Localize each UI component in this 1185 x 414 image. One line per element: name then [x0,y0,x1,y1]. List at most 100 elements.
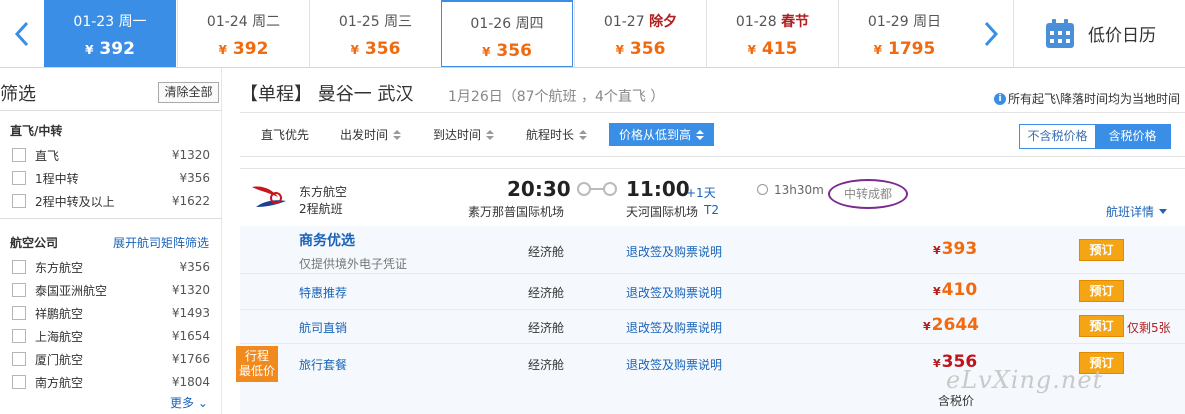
filter-option-airline[interactable]: 南方航空 ¥1804 [12,372,210,392]
book-button[interactable]: 预订 [1079,280,1124,302]
china-eastern-logo-icon [252,186,286,207]
weekday-label: 周二 [252,14,281,30]
date-label: 01-26 [470,16,512,32]
filter-option-airline[interactable]: 上海航空 ¥1654 [12,326,210,346]
cabin-class: 经济舱 [528,321,565,335]
fare-price: ¥410 [933,280,977,300]
book-button[interactable]: 预订 [1079,239,1124,261]
option-label: 泰国亚洲航空 [35,283,108,298]
badge-line: 最低价 [238,364,275,378]
fare-row: 特惠推荐 经济舱 退改签及购票说明 ¥410 预订 [240,274,1185,310]
filter-option-airline[interactable]: 祥鹏航空 ¥1493 [12,303,210,323]
date-tab-0127[interactable]: 01-27 除夕 ¥356 [574,0,706,67]
route-title: 【单程】 曼谷一 武汉 [240,84,414,105]
sort-arrival-time[interactable]: 到达时间 [433,126,495,143]
option-label: 祥鹏航空 [35,306,84,321]
currency-symbol: ¥ [873,43,883,57]
option-price: ¥1622 [171,194,210,208]
info-icon: i [994,92,1006,105]
date-price: 356 [364,39,401,59]
sort-label: 直飞优先 [261,128,310,142]
details-label: 航班详情 [1106,205,1155,219]
currency-symbol: ¥ [933,244,941,257]
more-airlines-link[interactable]: 更多 ⌄ [170,394,208,411]
seats-remaining: 仅剩5张 [1127,321,1171,335]
tax-price-toggle: 不含税价格 含税价格 [1019,124,1171,149]
cabin-class: 经济舱 [528,245,565,259]
date-label: 01-23 [73,14,115,30]
checkbox[interactable] [12,171,26,185]
airline-matrix-link[interactable]: 展开航司矩阵筛选 [113,234,209,251]
currency-symbol: ¥ [933,285,941,298]
date-tab-0124[interactable]: 01-24 周二 ¥392 [177,0,309,67]
next-dates-button[interactable] [969,0,1013,67]
currency-symbol: ¥ [747,43,756,57]
prev-dates-button[interactable] [0,0,44,67]
more-label: 更多 [170,396,195,410]
calendar-label: 低价日历 [1088,26,1156,46]
flight-type: 2程航班 [299,202,343,216]
low-price-calendar-button[interactable]: 低价日历 [1013,0,1185,67]
fare-product-name[interactable]: 商务优选 [299,230,355,250]
option-price: ¥1320 [171,148,210,162]
fare-rules-link[interactable]: 退改签及购票说明 [626,284,722,301]
badge-line: 行程 [244,349,269,363]
route-summary: 1月26日（87个航班 ，4个直飞 ） [448,89,665,105]
lowest-price-badge: 行程 最低价 [236,346,278,382]
sort-duration[interactable]: 航程时长 [526,126,588,143]
sort-arrows-icon [486,129,495,140]
fare-note: 仅提供境外电子凭证 [299,257,408,271]
stops-filter-title: 直飞/中转 [10,124,63,138]
filter-option-one-stop[interactable]: 1程中转 ¥356 [12,168,210,188]
fare-product-name[interactable]: 旅行套餐 [299,356,347,373]
caret-down-icon [1159,209,1168,214]
clear-all-button[interactable]: 清除全部 [158,82,219,103]
checkbox[interactable] [12,260,26,274]
sort-nonstop-first[interactable]: 直飞优先 [261,126,309,143]
date-tab-0128[interactable]: 01-28 春节 ¥415 [706,0,838,67]
arrival-airport: 天河国际机场 [626,205,699,219]
checkbox[interactable] [12,375,26,389]
fare-row: 商务优选 仅提供境外电子凭证 经济舱 退改签及购票说明 ¥393 预订 [240,226,1185,274]
include-tax-option[interactable]: 含税价格 [1095,125,1170,148]
sort-arrows-icon [579,129,588,140]
filter-option-airline[interactable]: 东方航空 ¥356 [12,257,210,277]
fare-product-name[interactable]: 特惠推荐 [299,284,347,301]
exclude-tax-option[interactable]: 不含税价格 [1020,125,1095,148]
filter-panel: 筛选 清除全部 直飞/中转 直飞 ¥1320 1程中转 ¥356 2程中转及以上… [0,68,222,414]
checkbox[interactable] [12,148,26,162]
book-button[interactable]: 预订 [1079,315,1124,337]
option-price: ¥356 [179,171,210,185]
date-tab-0123[interactable]: 01-23 周一 ¥392 [44,0,176,67]
checkbox[interactable] [12,352,26,366]
filter-option-airline[interactable]: 厦门航空 ¥1766 [12,349,210,369]
flight-details-toggle[interactable]: 航班详情 [1106,203,1168,220]
checkbox[interactable] [12,283,26,297]
checkbox[interactable] [12,306,26,320]
fare-price: ¥2644 [923,315,979,335]
date-strip: 01-23 周一 ¥392 01-24 周二 ¥392 01-25 周三 ¥35… [0,0,1185,68]
filter-option-nonstop[interactable]: 直飞 ¥1320 [12,145,210,165]
fare-product-name[interactable]: 航司直销 [299,319,347,336]
filter-option-multi-stop[interactable]: 2程中转及以上 ¥1622 [12,191,210,211]
fare-rules-link[interactable]: 退改签及购票说明 [626,243,722,260]
price-value: 393 [941,239,978,259]
filter-option-airline[interactable]: 泰国亚洲航空 ¥1320 [12,280,210,300]
fare-rules-link[interactable]: 退改签及购票说明 [626,319,722,336]
date-tab-0126[interactable]: 01-26 周四 ¥356 [441,0,573,67]
date-label: 01-28 [735,14,777,30]
checkbox[interactable] [12,194,26,208]
sort-departure-time[interactable]: 出发时间 [340,126,402,143]
currency-symbol: ¥ [218,43,227,57]
date-label: 01-27 [603,14,645,30]
sort-price-ascending[interactable]: 价格从低到高 [609,123,715,146]
date-price: 392 [232,39,269,59]
date-tab-0125[interactable]: 01-25 周三 ¥356 [309,0,441,67]
sort-arrows-icon [393,129,402,140]
fare-rules-link[interactable]: 退改签及购票说明 [626,356,722,373]
fare-price: ¥393 [933,239,977,259]
price-value: 410 [941,280,978,300]
weekday-label: 周一 [118,14,147,30]
checkbox[interactable] [12,329,26,343]
date-tab-0129[interactable]: 01-29 周日 ¥1795 [838,0,970,67]
